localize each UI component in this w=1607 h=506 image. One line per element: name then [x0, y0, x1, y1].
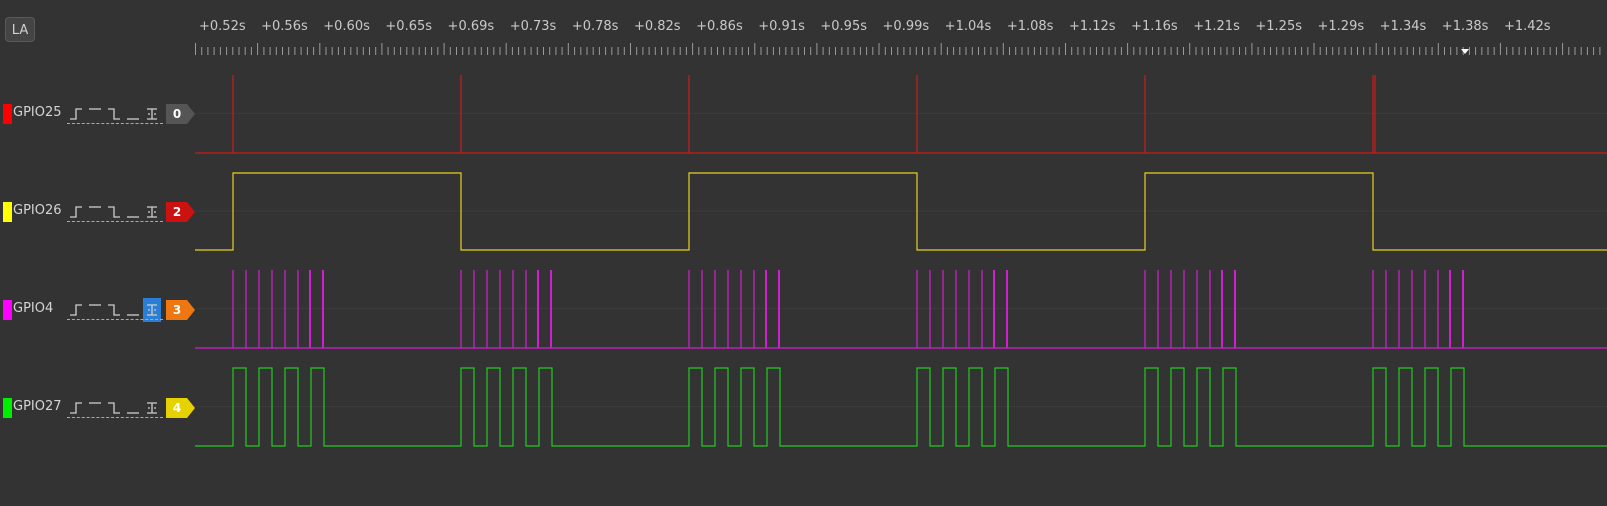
channel-index: 3: [172, 303, 182, 317]
channel-index-tag[interactable]: 3: [166, 300, 196, 320]
trigger-underline: [67, 319, 163, 320]
channel-color-swatch[interactable]: [3, 398, 12, 418]
channel-header-gpio4[interactable]: GPIO4 3: [0, 298, 200, 322]
channel-index: 2: [172, 205, 182, 219]
trace-area[interactable]: [0, 0, 1607, 506]
channel-index: 4: [172, 401, 182, 415]
channel-color-swatch[interactable]: [3, 202, 12, 222]
channel-color-swatch[interactable]: [3, 104, 12, 124]
channel-color-swatch[interactable]: [3, 300, 12, 320]
channel-index-tag[interactable]: 4: [166, 398, 196, 418]
trigger-underline: [67, 123, 163, 124]
channel-header-gpio26[interactable]: GPIO26 2: [0, 200, 200, 224]
channel-header-gpio25[interactable]: GPIO25 0: [0, 102, 200, 126]
channel-name: GPIO25: [13, 105, 62, 120]
channel-index: 0: [172, 107, 182, 121]
channel-index-tag[interactable]: 2: [166, 202, 196, 222]
trigger-underline: [67, 221, 163, 222]
trigger-underline: [67, 417, 163, 418]
channel-name: GPIO4: [13, 301, 54, 316]
channel-name: GPIO27: [13, 399, 62, 414]
channel-index-tag[interactable]: 0: [166, 104, 196, 124]
logic-analyzer-view: LA +0.52s +0.56s +0.60s +0.65s +0.69s +0.73s +…: [0, 0, 1607, 506]
channel-name: GPIO26: [13, 203, 62, 218]
channel-header-gpio27[interactable]: GPIO27 4: [0, 396, 200, 420]
